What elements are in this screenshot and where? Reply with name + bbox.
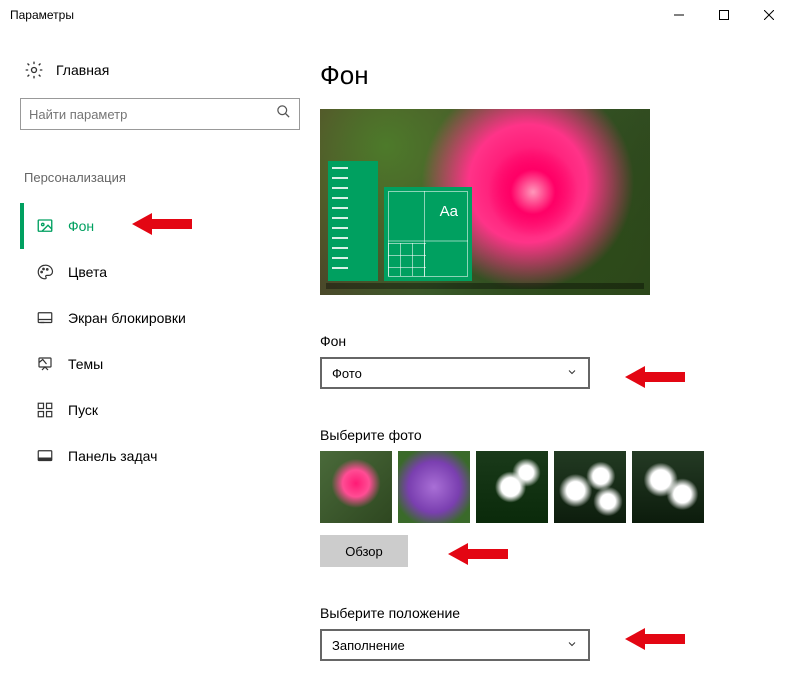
sidebar-item-themes[interactable]: Темы xyxy=(20,341,320,387)
fit-label: Выберите положение xyxy=(320,605,771,621)
minimize-button[interactable] xyxy=(656,0,701,30)
fit-dropdown[interactable]: Заполнение xyxy=(320,629,590,661)
photo-thumb-1[interactable] xyxy=(320,451,392,523)
sidebar-item-taskbar[interactable]: Панель задач xyxy=(20,433,320,479)
search-input[interactable] xyxy=(29,107,276,122)
maximize-button[interactable] xyxy=(701,0,746,30)
search-icon xyxy=(276,104,291,124)
photo-thumbnails xyxy=(320,451,771,523)
preview-tiles: Aa xyxy=(384,187,472,281)
lockscreen-icon xyxy=(36,309,54,327)
search-box[interactable] xyxy=(20,98,300,130)
sidebar-item-label: Цвета xyxy=(68,264,107,280)
sidebar-item-label: Пуск xyxy=(68,402,98,418)
sidebar-item-label: Экран блокировки xyxy=(68,310,186,326)
photo-thumb-3[interactable] xyxy=(476,451,548,523)
sidebar-item-lockscreen[interactable]: Экран блокировки xyxy=(20,295,320,341)
sidebar-item-start[interactable]: Пуск xyxy=(20,387,320,433)
palette-icon xyxy=(36,263,54,281)
preview-taskbar xyxy=(326,283,644,289)
home-label: Главная xyxy=(56,62,109,78)
background-type-label: Фон xyxy=(320,333,771,349)
preview-start-menu xyxy=(328,161,378,281)
preview-sample-text: Aa xyxy=(440,203,458,220)
sidebar-item-label: Фон xyxy=(68,218,94,234)
themes-icon xyxy=(36,355,54,373)
desktop-preview: Aa xyxy=(320,109,650,295)
sidebar-item-colors[interactable]: Цвета xyxy=(20,249,320,295)
photo-thumb-4[interactable] xyxy=(554,451,626,523)
background-type-dropdown[interactable]: Фото xyxy=(320,357,590,389)
gear-icon xyxy=(24,60,44,80)
picture-icon xyxy=(36,217,54,235)
page-title: Фон xyxy=(320,60,771,91)
sidebar-item-label: Темы xyxy=(68,356,103,372)
sidebar: Главная Персонализация Фон Цвета Экран xyxy=(20,60,320,661)
sidebar-item-background[interactable]: Фон xyxy=(20,203,320,249)
photo-thumb-2[interactable] xyxy=(398,451,470,523)
photo-thumb-5[interactable] xyxy=(632,451,704,523)
dropdown-value: Фото xyxy=(332,366,362,381)
browse-button[interactable]: Обзор xyxy=(320,535,408,567)
chevron-down-icon xyxy=(566,638,578,653)
window-controls xyxy=(656,0,791,30)
start-icon xyxy=(36,401,54,419)
taskbar-icon xyxy=(36,447,54,465)
main-panel: Фон Aa Фон Фото Выберите фото Обзор xyxy=(320,60,771,661)
dropdown-value: Заполнение xyxy=(332,638,405,653)
chevron-down-icon xyxy=(566,366,578,381)
category-title: Персонализация xyxy=(20,170,320,185)
window-title: Параметры xyxy=(10,8,74,22)
close-button[interactable] xyxy=(746,0,791,30)
home-link[interactable]: Главная xyxy=(20,60,320,80)
sidebar-item-label: Панель задач xyxy=(68,448,157,464)
choose-photo-label: Выберите фото xyxy=(320,427,771,443)
